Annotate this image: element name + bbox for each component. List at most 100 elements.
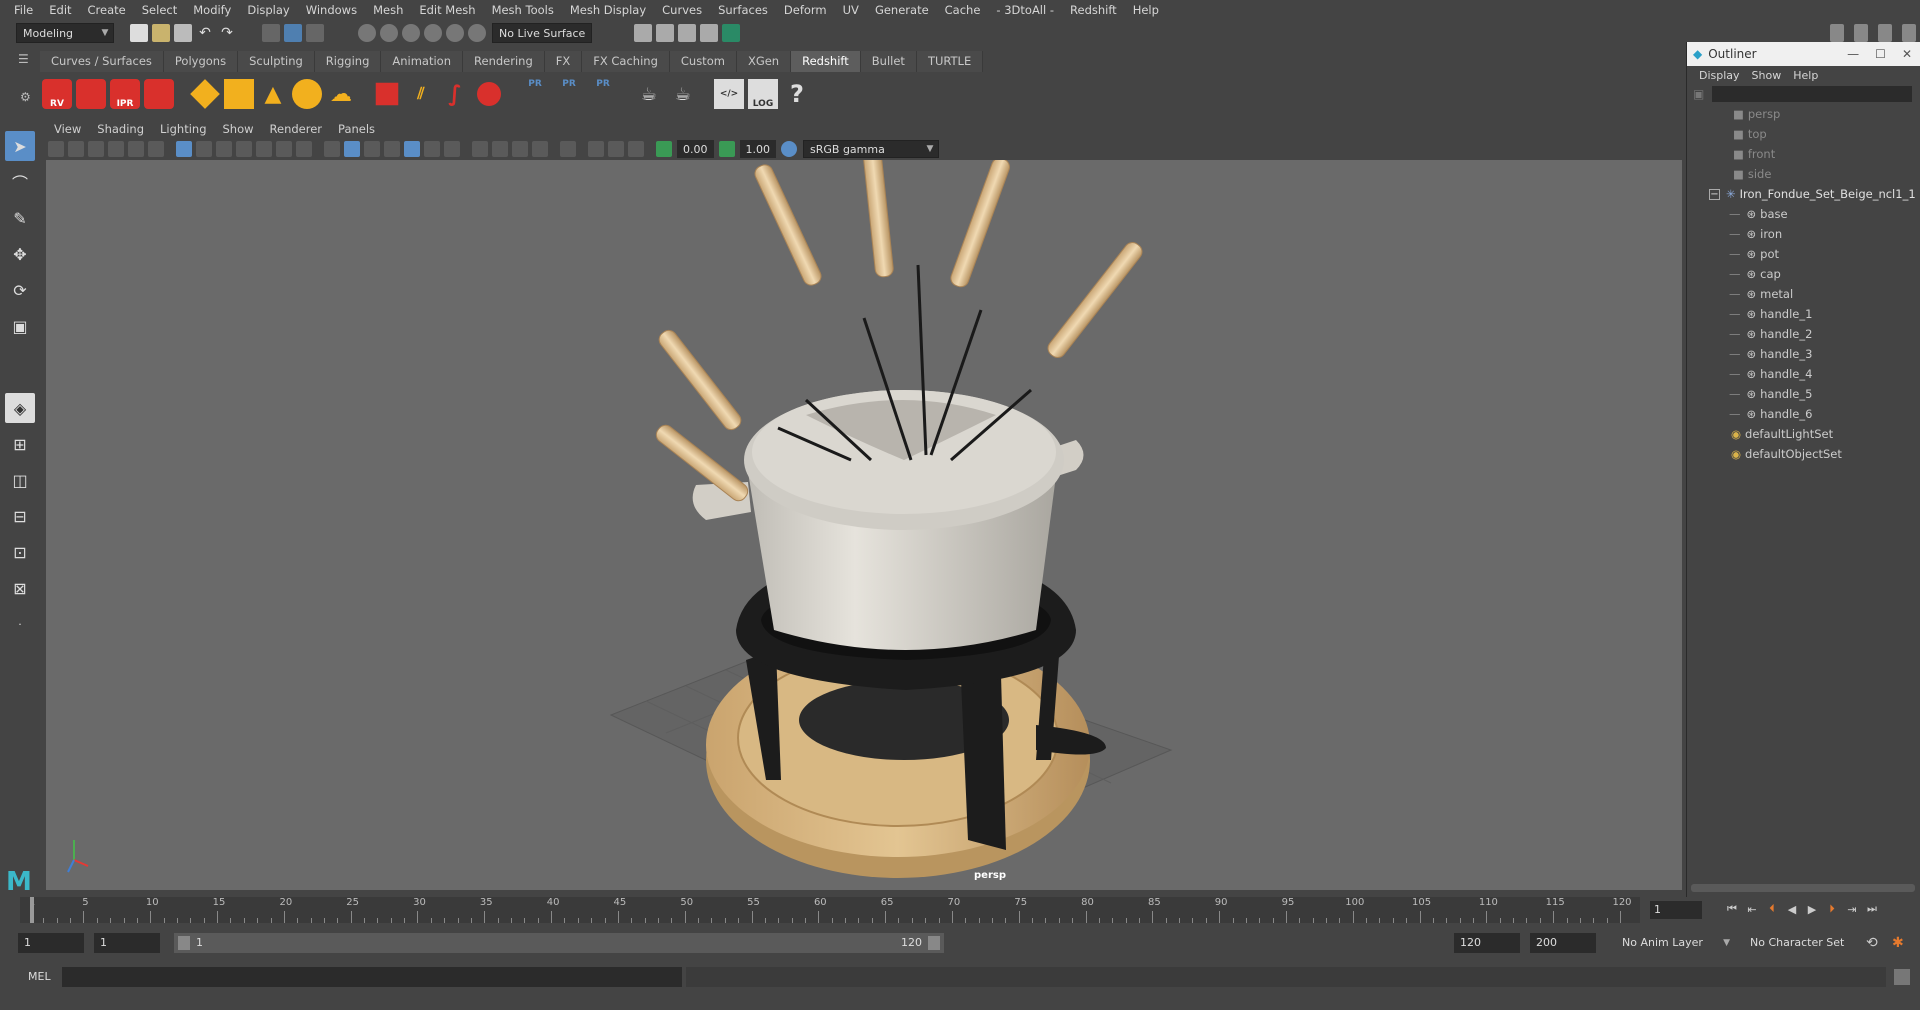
range-start-handle[interactable] — [178, 936, 190, 950]
outliner-item-handle-4[interactable]: — ⊛ handle_4 — [1729, 364, 1812, 384]
start-time-field[interactable]: 1 — [18, 933, 84, 953]
menu-deform[interactable]: Deform — [776, 3, 835, 17]
select-by-component-icon[interactable] — [306, 24, 324, 42]
script-editor-icon[interactable]: </> — [714, 79, 744, 109]
snap-surface-icon[interactable] — [446, 24, 464, 42]
outliner-item-default-light-set[interactable]: ◉ defaultLightSet — [1731, 424, 1833, 444]
outliner-horizontal-scrollbar[interactable] — [1691, 884, 1915, 892]
single-pane-layout-icon[interactable]: ◈ — [5, 393, 35, 423]
layout-options-icon[interactable]: · — [5, 609, 35, 639]
screen-space-ao-icon[interactable] — [472, 141, 488, 157]
outliner-menu-show[interactable]: Show — [1746, 69, 1788, 82]
move-tool-icon[interactable]: ✥ — [5, 239, 35, 269]
maximize-icon[interactable]: ☐ — [1875, 47, 1886, 61]
menu-modify[interactable]: Modify — [185, 3, 239, 17]
end-time-field[interactable]: 200 — [1530, 933, 1596, 953]
playhead[interactable] — [30, 897, 34, 923]
menu-mesh-tools[interactable]: Mesh Tools — [484, 3, 562, 17]
portal-light-icon[interactable] — [224, 79, 254, 109]
attribute-editor-icon[interactable] — [1854, 24, 1868, 42]
select-tool-icon[interactable]: ➤ — [5, 131, 35, 161]
gamma-field[interactable]: 1.00 — [739, 140, 776, 158]
image-plane-icon[interactable] — [108, 141, 124, 157]
wireframe-on-shaded-icon[interactable] — [384, 141, 400, 157]
wireframe-icon[interactable] — [324, 141, 340, 157]
panel-menu-view[interactable]: View — [46, 122, 89, 136]
bake-icon[interactable]: ☕ — [634, 79, 664, 109]
go-to-end-icon[interactable]: ⏭ — [1862, 900, 1882, 918]
outliner-item-base[interactable]: — ⊛ base — [1729, 204, 1788, 224]
playback-start-field[interactable]: 1 — [94, 933, 160, 953]
redo-icon[interactable]: ↷ — [218, 24, 236, 42]
volume-icon[interactable]: ⫽ — [406, 79, 436, 109]
menu-windows[interactable]: Windows — [298, 3, 365, 17]
depth-of-field-icon[interactable] — [532, 141, 548, 157]
material-ball-icon[interactable] — [477, 82, 501, 106]
anim-prefs-icon[interactable]: ✱ — [1892, 935, 1904, 951]
channel-box-icon[interactable] — [1830, 24, 1844, 42]
snap-point-icon[interactable] — [402, 24, 420, 42]
scale-tool-icon[interactable]: ▣ — [5, 311, 35, 341]
tool-settings-icon[interactable] — [1878, 24, 1892, 42]
xray-icon[interactable] — [588, 141, 604, 157]
paint-select-icon[interactable]: ✎ — [5, 203, 35, 233]
gate-mask-icon[interactable] — [236, 141, 252, 157]
film-gate-icon[interactable] — [196, 141, 212, 157]
xray-joints-icon[interactable] — [608, 141, 624, 157]
outliner-item-persp[interactable]: ■ persp — [1733, 104, 1780, 124]
persp-graph-layout-icon[interactable]: ⊡ — [5, 537, 35, 567]
anti-aliasing-icon[interactable] — [512, 141, 528, 157]
open-scene-icon[interactable] — [152, 24, 170, 42]
four-pane-layout-icon[interactable]: ⊞ — [5, 429, 35, 459]
panel-menu-panels[interactable]: Panels — [330, 122, 383, 136]
tab-fx[interactable]: FX — [544, 51, 583, 72]
2d-pan-zoom-icon[interactable] — [128, 141, 144, 157]
resolution-gate-icon[interactable] — [216, 141, 232, 157]
hair-icon[interactable]: ∫ — [440, 79, 470, 109]
grid-toggle-icon[interactable] — [176, 141, 192, 157]
gamma-icon[interactable] — [718, 141, 735, 157]
mode-dropdown[interactable]: Modeling ▼ — [16, 23, 114, 43]
panel-menu-lighting[interactable]: Lighting — [152, 122, 214, 136]
tab-curves-surfaces[interactable]: Curves / Surfaces — [40, 51, 164, 72]
menu-edit[interactable]: Edit — [41, 3, 79, 17]
current-frame-field[interactable]: 1 — [1650, 901, 1702, 919]
close-icon[interactable]: ✕ — [1902, 47, 1912, 61]
area-light-icon[interactable] — [190, 79, 220, 109]
field-chart-icon[interactable] — [256, 141, 272, 157]
shadows-icon[interactable] — [444, 141, 460, 157]
persp-outliner-layout-icon[interactable]: ⊟ — [5, 501, 35, 531]
tab-polygons[interactable]: Polygons — [163, 51, 239, 72]
use-all-lights-icon[interactable] — [424, 141, 440, 157]
log-icon[interactable]: LOG — [748, 79, 778, 109]
snap-grid-icon[interactable] — [358, 24, 376, 42]
viewport-3d[interactable]: persp — [46, 160, 1682, 890]
shelf-settings-icon[interactable]: ⚙ — [20, 90, 34, 104]
step-back-frame-icon[interactable]: ⏴ — [1762, 900, 1782, 918]
menu-generate[interactable]: Generate — [867, 3, 937, 17]
auto-key-icon[interactable]: ⟲ — [1866, 935, 1878, 951]
outliner-item-handle-1[interactable]: — ⊛ handle_1 — [1729, 304, 1812, 324]
lasso-tool-icon[interactable]: ⌒ — [5, 167, 35, 197]
outliner-item-iron[interactable]: — ⊛ iron — [1729, 224, 1782, 244]
select-by-object-icon[interactable] — [284, 24, 302, 42]
outliner-item-handle-3[interactable]: — ⊛ handle_3 — [1729, 344, 1812, 364]
snap-live-icon[interactable] — [468, 24, 486, 42]
bookmark-icon[interactable] — [88, 141, 104, 157]
dome-light-icon[interactable] — [292, 79, 322, 109]
rotate-tool-icon[interactable]: ⟳ — [5, 275, 35, 305]
two-pane-layout-icon[interactable]: ◫ — [5, 465, 35, 495]
render-settings-icon[interactable] — [700, 24, 718, 42]
view-transform-dropdown[interactable]: sRGB gamma ▼ — [803, 140, 939, 158]
character-set-dropdown[interactable]: No Character Set — [1750, 933, 1860, 953]
render-view-icon[interactable] — [634, 24, 652, 42]
redshift-render-view-icon[interactable]: RV — [42, 79, 72, 109]
hypershade-icon[interactable] — [722, 24, 740, 42]
outliner-item-group[interactable]: − ✳ Iron_Fondue_Set_Beige_ncl1_1 — [1709, 184, 1916, 204]
time-slider[interactable]: 1510152025303540455055606570758085909510… — [20, 897, 1640, 923]
play-forward-icon[interactable]: ▶ — [1802, 900, 1822, 918]
exposure-icon[interactable] — [656, 141, 672, 157]
command-input[interactable] — [62, 967, 682, 987]
range-end-handle[interactable] — [928, 936, 940, 950]
outliner-item-metal[interactable]: — ⊛ metal — [1729, 284, 1793, 304]
